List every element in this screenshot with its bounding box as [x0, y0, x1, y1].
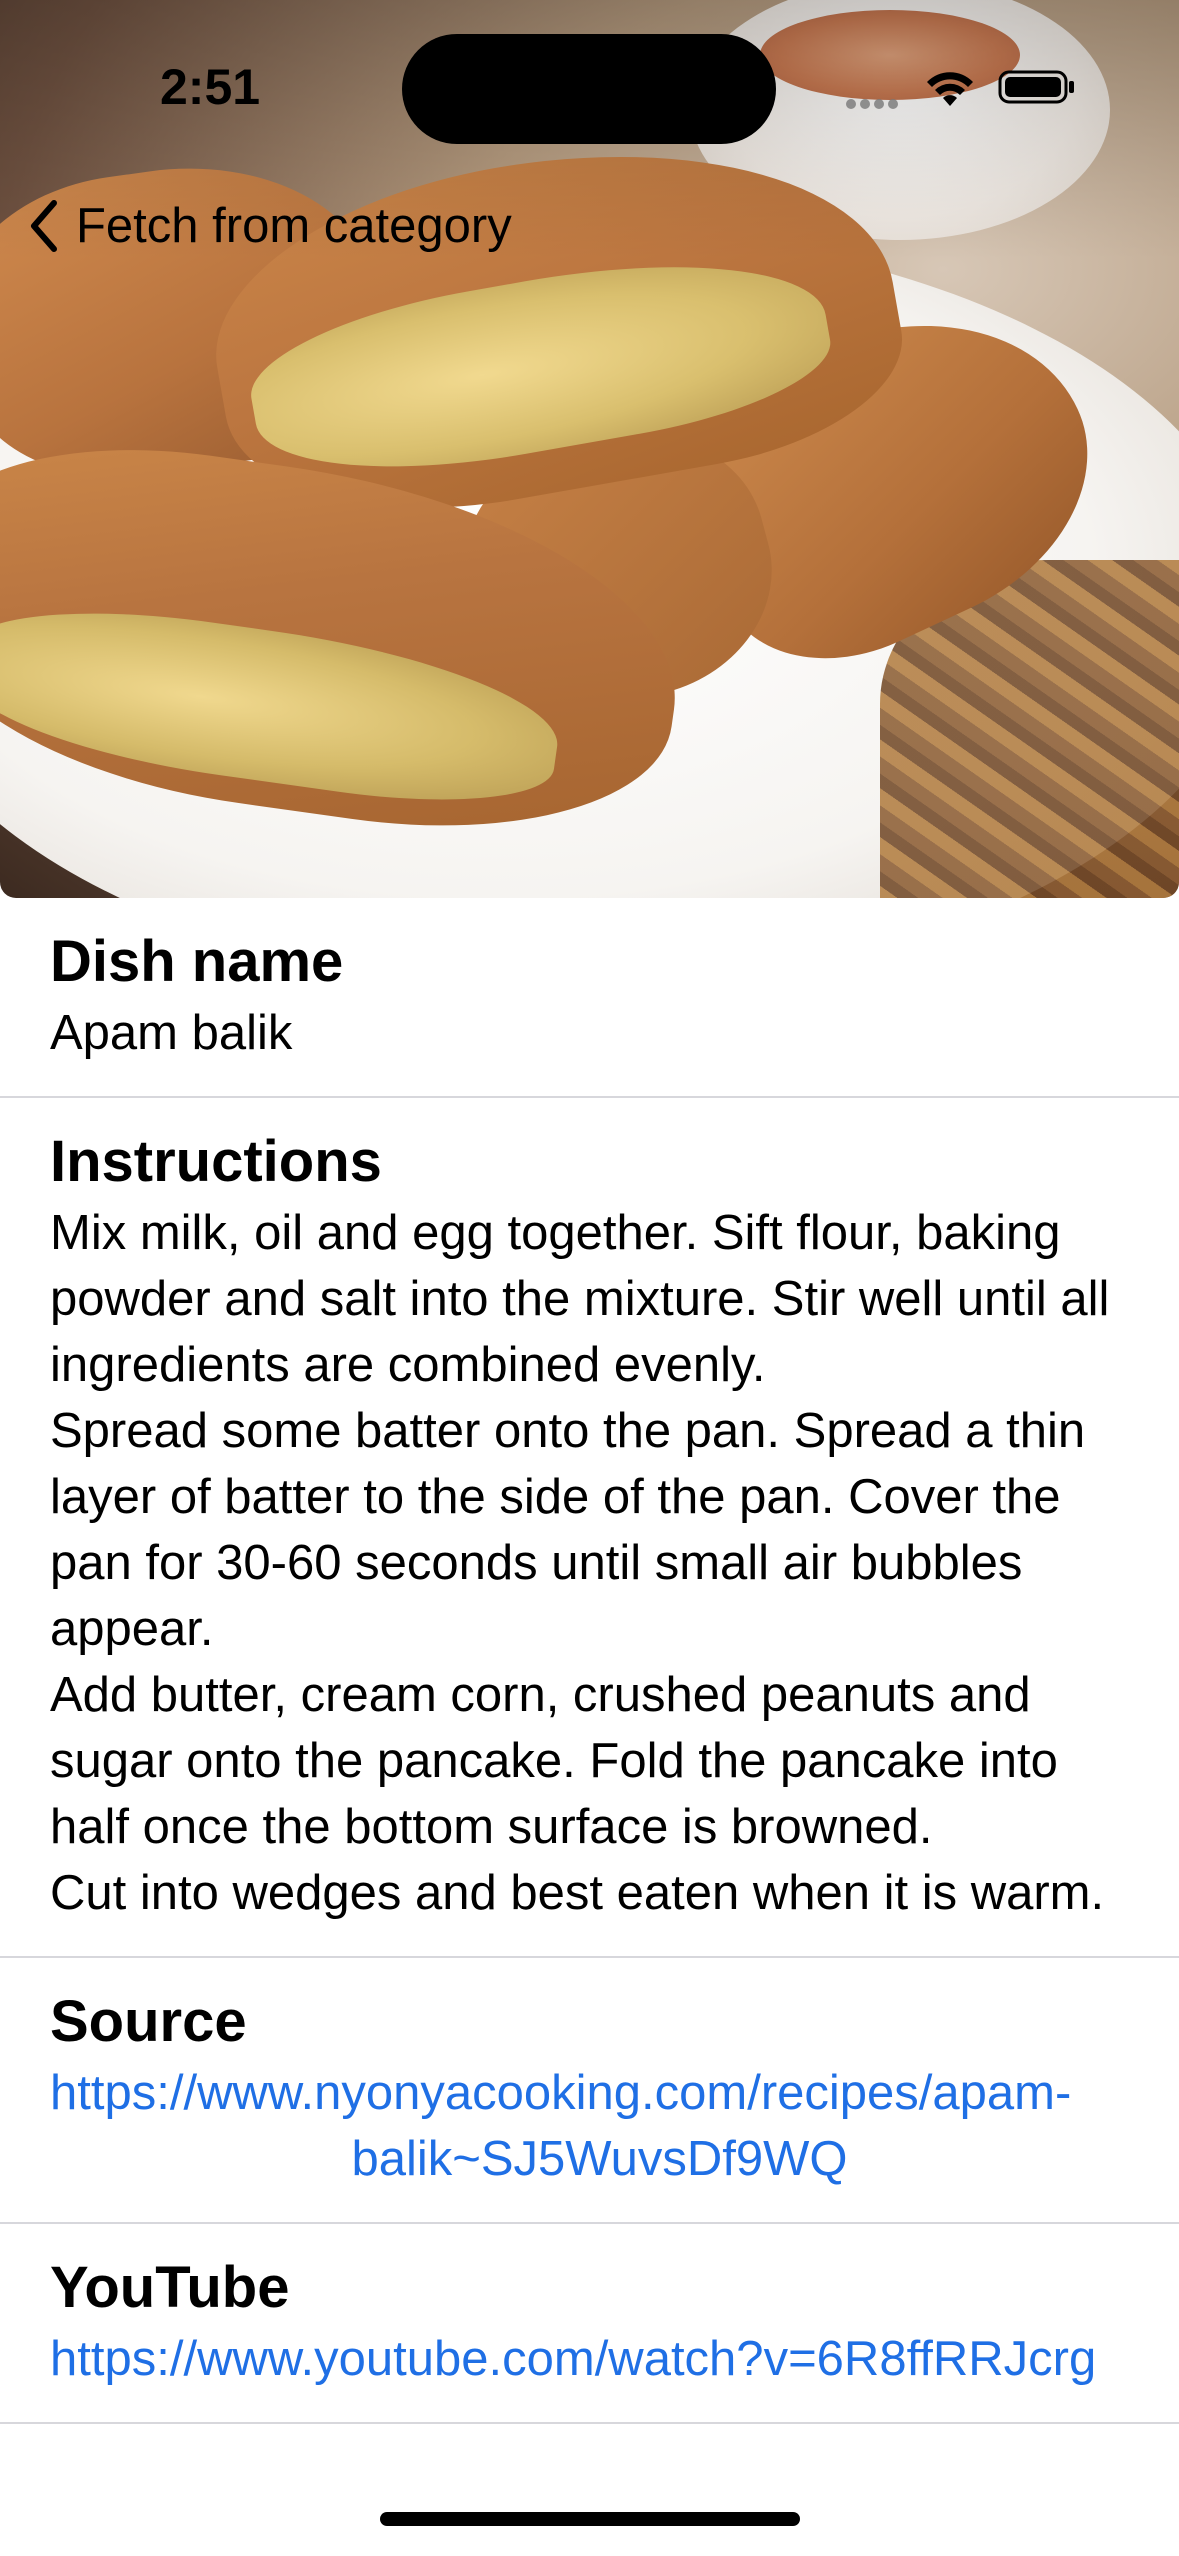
dish-name-value: Apam balik — [50, 1006, 293, 1060]
recipe-detail-screen: 2:51 Fetch from category Dish name Apam … — [0, 0, 1179, 2556]
chevron-left-icon — [31, 200, 57, 252]
dish-name-title: Dish name — [50, 929, 344, 994]
home-indicator[interactable] — [380, 2512, 800, 2526]
status-time: 2:51 — [160, 59, 261, 115]
instructions-text: Mix milk, oil and egg together. Sift flo… — [50, 1206, 1110, 1920]
dish-name-section: Dish name Apam balik — [0, 898, 1179, 1098]
source-link-line1[interactable]: https://www.nyonyacooking.com/recipes/ap… — [50, 2060, 1149, 2126]
source-section: Source https://www.nyonyacooking.com/rec… — [0, 1958, 1179, 2224]
youtube-section: YouTube https://www.youtube.com/watch?v=… — [0, 2224, 1179, 2424]
battery-icon — [998, 70, 1074, 104]
youtube-link[interactable]: https://www.youtube.com/watch?v=6R8ffRRJ… — [50, 2326, 1149, 2392]
source-title: Source — [50, 1989, 247, 2054]
source-link-line2[interactable]: balik~SJ5WuvsDf9WQ — [50, 2126, 1149, 2192]
recipe-details-list: Dish name Apam balik Instructions Mix mi… — [0, 898, 1179, 2424]
youtube-title: YouTube — [50, 2255, 290, 2320]
instructions-section: Instructions Mix milk, oil and egg toget… — [0, 1098, 1179, 1958]
instructions-title: Instructions — [50, 1129, 382, 1194]
back-button[interactable]: Fetch from category — [26, 196, 512, 256]
cellular-signal-icon — [846, 96, 906, 109]
back-button-label: Fetch from category — [76, 199, 512, 253]
dynamic-island — [402, 34, 776, 144]
wifi-icon — [927, 72, 973, 106]
